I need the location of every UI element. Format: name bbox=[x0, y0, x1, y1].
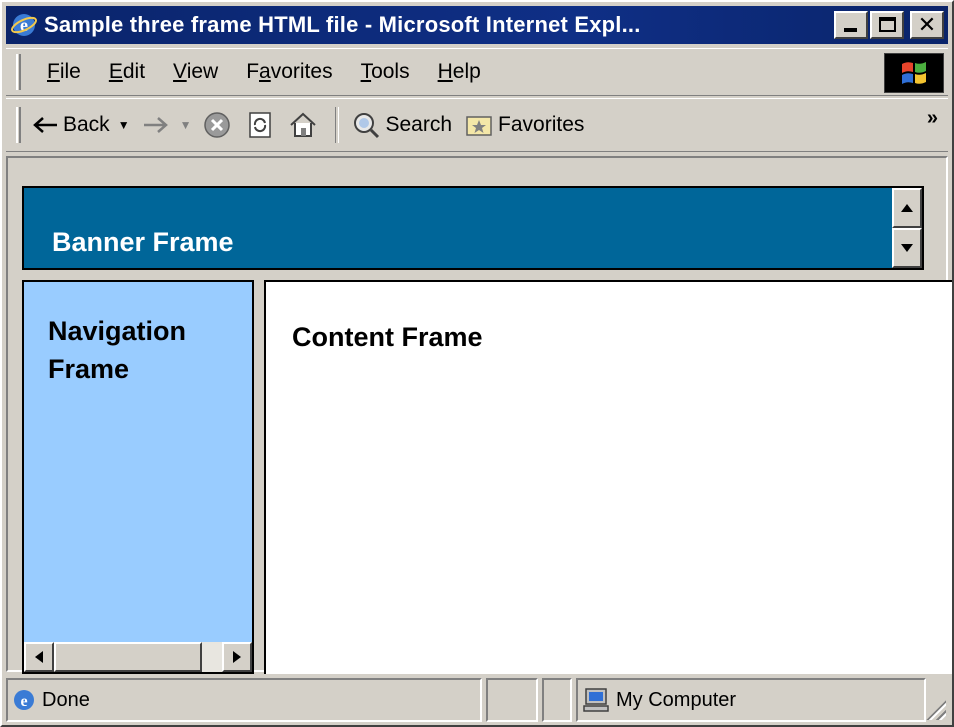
maximize-button[interactable] bbox=[870, 11, 904, 39]
ie-logo-icon: e bbox=[10, 11, 38, 39]
content-frame-label: Content Frame bbox=[292, 322, 483, 352]
stop-button[interactable] bbox=[203, 111, 235, 139]
security-zone-label: My Computer bbox=[616, 688, 737, 711]
navigation-horizontal-scrollbar[interactable] bbox=[24, 642, 252, 672]
scroll-right-button[interactable] bbox=[222, 642, 252, 672]
banner-vertical-scrollbar[interactable] bbox=[892, 188, 922, 268]
status-text: Done bbox=[42, 688, 90, 711]
back-button[interactable]: Back ▼ bbox=[33, 113, 130, 137]
menu-view[interactable]: View bbox=[173, 60, 218, 84]
maximize-icon bbox=[879, 17, 896, 32]
status-zone-pane[interactable]: My Computer bbox=[576, 678, 926, 722]
navigation-frame-label-line1: Navigation bbox=[48, 316, 187, 346]
arrow-up-icon bbox=[901, 204, 913, 212]
scroll-up-button[interactable] bbox=[892, 188, 922, 228]
back-label: Back bbox=[63, 113, 110, 136]
home-icon bbox=[290, 112, 317, 137]
minimize-button[interactable] bbox=[834, 11, 868, 39]
search-button[interactable]: Search bbox=[351, 111, 452, 139]
status-pane-progress bbox=[486, 678, 538, 722]
arrow-right-icon bbox=[233, 651, 241, 663]
favorites-icon bbox=[466, 116, 492, 136]
menu-favorites[interactable]: Favorites bbox=[246, 60, 332, 84]
my-computer-icon bbox=[583, 688, 609, 712]
banner-frame-label: Banner Frame bbox=[52, 227, 234, 257]
svg-text:e: e bbox=[20, 693, 27, 710]
windows-flag-icon bbox=[902, 62, 926, 84]
menu-file[interactable]: File bbox=[47, 60, 81, 84]
minimize-icon bbox=[844, 28, 857, 32]
navigation-frame-label: Navigation Frame bbox=[48, 312, 186, 388]
menu-help[interactable]: Help bbox=[438, 60, 481, 84]
scroll-down-button[interactable] bbox=[892, 228, 922, 268]
back-dropdown-icon[interactable]: ▼ bbox=[118, 118, 130, 132]
refresh-icon bbox=[249, 112, 272, 138]
window-title: Sample three frame HTML file - Microsoft… bbox=[44, 12, 641, 37]
navigation-frame-label-line2: Frame bbox=[48, 354, 130, 384]
navigation-frame: Navigation Frame bbox=[22, 280, 254, 674]
forward-button[interactable]: ▼ bbox=[142, 116, 192, 134]
scrollbar-track[interactable] bbox=[202, 642, 222, 672]
toolbar-separator bbox=[335, 107, 340, 143]
browser-window: e Sample three frame HTML file - Microso… bbox=[0, 0, 954, 727]
toolbar-more-chevron-icon[interactable]: » bbox=[927, 107, 938, 130]
arrow-left-icon bbox=[35, 651, 43, 663]
menu-bar: File Edit View Favorites Tools Help bbox=[6, 48, 948, 96]
status-text-pane: e Done bbox=[6, 678, 482, 722]
banner-frame: Banner Frame bbox=[22, 186, 924, 270]
favorites-button[interactable]: Favorites bbox=[464, 112, 584, 138]
close-icon: ✕ bbox=[917, 12, 937, 37]
forward-arrow-icon bbox=[143, 117, 168, 133]
refresh-button[interactable] bbox=[247, 111, 277, 139]
ie-page-icon: e bbox=[14, 690, 34, 710]
menubar-grip[interactable] bbox=[16, 54, 21, 90]
toolbar-grip[interactable] bbox=[16, 107, 21, 143]
windows-logo-throbber bbox=[884, 53, 944, 93]
frames-viewport: Banner Frame Navigation Frame Content Fr… bbox=[6, 156, 952, 674]
status-bar: e Done My Computer bbox=[6, 678, 948, 722]
home-button[interactable] bbox=[289, 111, 321, 139]
scroll-left-button[interactable] bbox=[24, 642, 54, 672]
stop-icon bbox=[204, 112, 231, 138]
back-arrow-icon bbox=[33, 117, 57, 133]
arrow-down-icon bbox=[901, 244, 913, 252]
scrollbar-thumb[interactable] bbox=[54, 642, 202, 672]
title-bar[interactable]: e Sample three frame HTML file - Microso… bbox=[6, 6, 948, 44]
menu-tools[interactable]: Tools bbox=[361, 60, 410, 84]
close-button[interactable]: ✕ bbox=[910, 11, 944, 39]
forward-dropdown-icon[interactable]: ▼ bbox=[180, 118, 192, 132]
standard-toolbar: Back ▼ ▼ Search Favorites » bbox=[6, 98, 948, 152]
favorites-label: Favorites bbox=[498, 113, 585, 136]
content-frame: Content Frame bbox=[264, 280, 952, 674]
status-pane-lock bbox=[542, 678, 572, 722]
search-label: Search bbox=[385, 113, 453, 136]
search-icon bbox=[354, 113, 380, 139]
resize-grip[interactable] bbox=[924, 698, 946, 720]
menu-edit[interactable]: Edit bbox=[109, 60, 145, 84]
